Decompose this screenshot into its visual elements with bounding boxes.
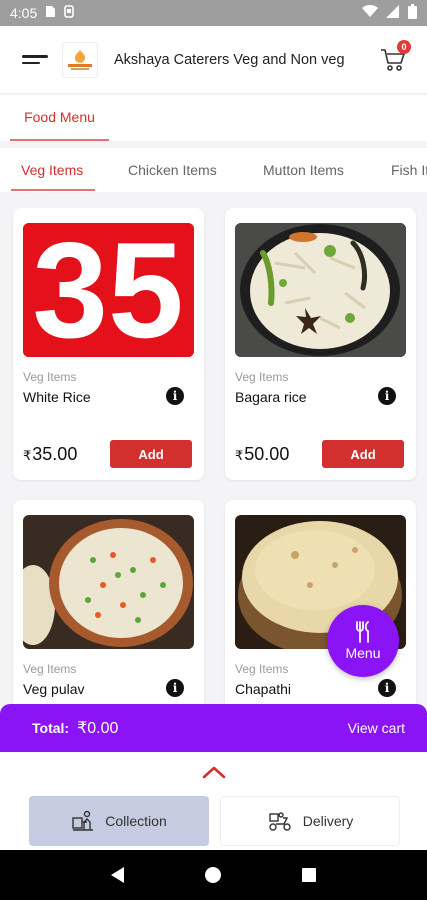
cart-count-badge: 0 [397, 40, 411, 54]
battery-icon [408, 4, 417, 22]
hamburger-line [22, 61, 40, 64]
currency-symbol: ₹ [235, 448, 244, 463]
app-notification-icon [64, 5, 75, 21]
app-bar: Akshaya Caterers Veg and Non veg 0 [0, 26, 427, 94]
restaurant-logo [62, 41, 98, 78]
product-price: ₹35.00 [23, 444, 77, 465]
category-tabs: Veg Items Chicken Items Mutton Items Fis… [0, 148, 427, 192]
product-card-bagara-rice[interactable]: Veg Items Bagara rice i ₹50.00 Add [225, 208, 416, 480]
view-cart-button[interactable]: View cart [348, 720, 405, 736]
signal-icon [386, 5, 400, 21]
chevron-up-icon[interactable] [201, 764, 227, 780]
price-value: 50.00 [244, 444, 290, 464]
product-image [235, 223, 406, 357]
add-button[interactable]: Add [322, 440, 404, 468]
total-label: Total: [32, 720, 70, 736]
info-icon[interactable]: i [166, 679, 184, 697]
recent-apps-icon[interactable] [302, 868, 317, 882]
add-button[interactable]: Add [110, 440, 192, 468]
product-category: Veg Items [235, 370, 289, 384]
expand-row [0, 752, 427, 792]
restaurant-name: Akshaya Caterers Veg and Non veg [114, 51, 345, 68]
collection-button[interactable]: Collection [29, 796, 209, 846]
info-icon[interactable]: i [378, 387, 396, 405]
product-name: Bagara rice [235, 389, 307, 405]
product-category: Veg Items [235, 662, 289, 676]
product-category: Veg Items [23, 370, 77, 384]
info-icon[interactable]: i [166, 387, 184, 405]
status-bar: 4:05 [0, 0, 427, 26]
product-image-text: 35 [32, 223, 183, 357]
price-value: 35.00 [32, 444, 78, 464]
hamburger-line [22, 55, 48, 58]
menu-drawer-button[interactable] [22, 51, 48, 68]
collection-icon [72, 810, 94, 831]
fab-label: Menu [345, 645, 381, 661]
tab-chicken-items[interactable]: Chicken Items [128, 148, 217, 192]
collection-label: Collection [105, 813, 167, 829]
back-icon[interactable] [110, 867, 124, 883]
tab-food-menu[interactable]: Food Menu [10, 95, 109, 141]
product-category: Veg Items [23, 662, 77, 676]
delivery-label: Delivery [302, 813, 354, 829]
home-icon[interactable] [204, 867, 221, 883]
order-type-row: Collection Delivery [0, 792, 427, 850]
product-image [23, 515, 194, 649]
tab-veg-items[interactable]: Veg Items [10, 148, 96, 192]
product-name: White Rice [23, 389, 91, 405]
product-card-white-rice[interactable]: 35 Veg Items White Rice i ₹35.00 Add [13, 208, 204, 480]
cart-button[interactable]: 0 [379, 40, 411, 74]
product-price: ₹50.00 [235, 444, 289, 465]
product-name: Chapathi [235, 681, 292, 697]
cart-total-bar: Total: ₹0.00 View cart [0, 704, 427, 752]
system-nav-bar [0, 850, 427, 900]
tab-fish-items[interactable]: Fish Items [391, 148, 427, 192]
currency-symbol: ₹ [23, 448, 32, 463]
total-value: ₹0.00 [77, 720, 119, 737]
info-icon[interactable]: i [378, 679, 396, 697]
delivery-button[interactable]: Delivery [220, 796, 400, 846]
menu-tab-row: Food Menu [0, 95, 427, 141]
product-image: 35 [23, 223, 194, 357]
product-name: Veg pulav [23, 681, 85, 697]
delivery-scooter-icon [269, 812, 291, 831]
tab-mutton-items[interactable]: Mutton Items [263, 148, 344, 192]
wifi-icon [362, 4, 378, 21]
sim-icon [45, 5, 56, 21]
menu-fab-button[interactable]: Menu [327, 605, 399, 677]
status-time: 4:05 [10, 5, 38, 21]
utensils-icon [356, 621, 369, 643]
